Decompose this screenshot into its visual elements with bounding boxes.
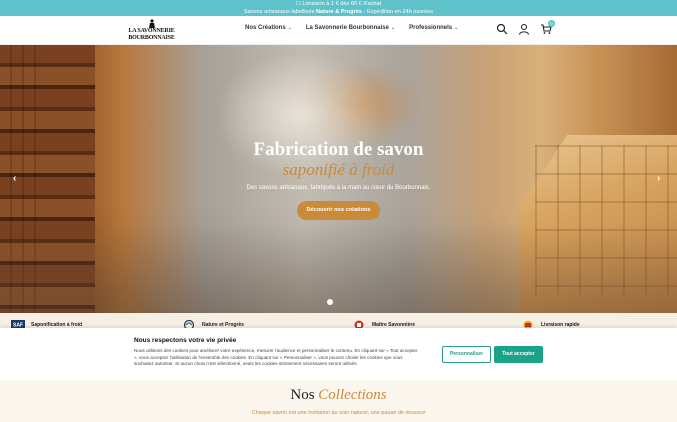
cart-count-badge: 0: [548, 20, 555, 27]
site-logo[interactable]: LA SAVONNERIE BOURBONNAISE: [128, 19, 175, 43]
slider-prev-arrow-icon[interactable]: ‹: [13, 173, 16, 184]
cookie-title: Nous respectons votre vie privée: [134, 337, 237, 344]
search-icon[interactable]: [496, 23, 508, 35]
nav-item-savonnerie[interactable]: La Savonnerie Bourbonnaise ⌄: [306, 25, 395, 31]
collections-section: Nos Collections Chaque savon est une inv…: [0, 380, 677, 422]
slider-next-arrow-icon[interactable]: ›: [657, 173, 660, 184]
chevron-down-icon: ⌄: [390, 25, 396, 31]
hero-title: Fabrication de savon: [253, 139, 424, 160]
nav-item-professionnels[interactable]: Professionnels ⌄: [409, 25, 458, 31]
label-bold: Nature & Progrès: [315, 8, 362, 15]
collections-title-plain: Nos: [290, 387, 315, 403]
cookie-banner: Nous respectons votre vie privée Nous ut…: [0, 328, 677, 380]
discover-button[interactable]: Découvrir nos créations: [297, 201, 380, 220]
user-icon[interactable]: [518, 23, 530, 35]
cookie-text: Nous utilisons des cookies pour améliore…: [134, 348, 418, 366]
site-header: LA SAVONNERIE BOURBONNAISE Nos Créations…: [0, 16, 677, 45]
hero-subtitle: saponifié à froid: [282, 160, 395, 179]
collections-title: Nos Collections: [0, 387, 677, 404]
nav-label: Professionnels: [409, 25, 453, 31]
announcement-bar: ☐ Livraison à 1 € dès 60 € d'achat Savon…: [0, 0, 677, 16]
collections-description: Chaque savon est une invitation au soin …: [251, 410, 426, 416]
logo-line-1: LA SAVONNERIE: [128, 28, 175, 34]
main-nav: Nos Créations ⌄ La Savonnerie Bourbonnais…: [245, 25, 458, 31]
slider-dot[interactable]: [327, 299, 333, 305]
nav-label: Nos Créations: [245, 25, 286, 31]
label-announcement: Savons artisanaux labellisés Nature & Pr…: [0, 9, 677, 17]
nav-item-nos-creations[interactable]: Nos Créations ⌄: [245, 25, 292, 31]
header-actions: 0: [496, 20, 555, 35]
label-prefix: Savons artisanaux labellisés: [243, 8, 315, 15]
chevron-down-icon: ⌄: [454, 25, 459, 31]
cookie-accept-all-button[interactable]: Tout accepter: [494, 346, 543, 363]
hero-bg-counter: [0, 225, 677, 313]
chevron-down-icon: ⌄: [287, 25, 292, 31]
shipping-time-text: - Expédition en 24h ouvrées: [363, 8, 434, 15]
logo-figure-icon: [148, 19, 155, 28]
hero-description: Des savons artisanaux, fabriqués à la ma…: [246, 185, 431, 191]
logo-line-2: BOURBONNAISE: [128, 34, 175, 41]
cookie-customize-button[interactable]: Personnaliser: [442, 346, 491, 363]
hero-slider: Fabrication de savon saponifié à froid D…: [0, 45, 677, 313]
shipping-offer-text: ☐ Livraison à 1 € dès 60 € d'achat: [295, 1, 382, 7]
nav-label: La Savonnerie Bourbonnaise: [305, 25, 389, 31]
collections-title-highlight: Collections: [318, 387, 387, 403]
cart-button[interactable]: 0: [540, 20, 555, 35]
